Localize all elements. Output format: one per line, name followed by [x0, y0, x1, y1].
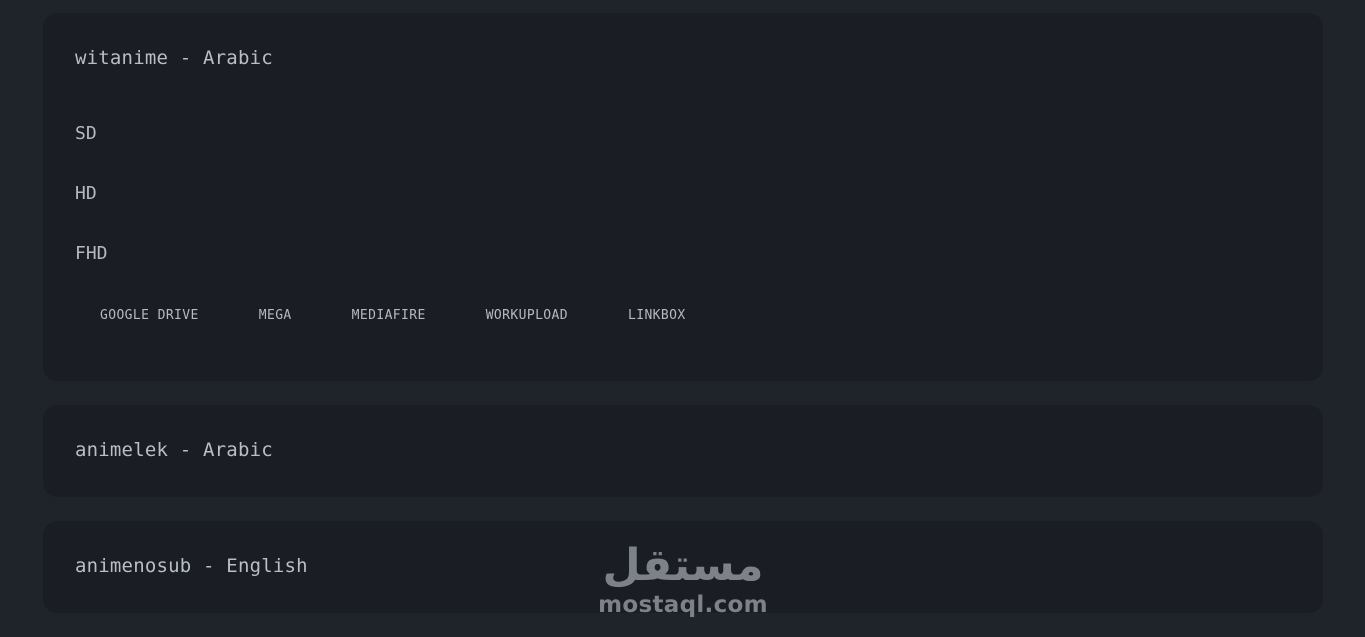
provider-title[interactable]: animenosub - English	[75, 555, 308, 577]
quality-option-fhd[interactable]: FHD	[75, 243, 108, 264]
host-link-mega[interactable]: MEGA	[259, 308, 292, 323]
host-link-linkbox[interactable]: LINKBOX	[628, 308, 686, 323]
watermark-arabic-text: مستقل	[602, 540, 764, 591]
quality-option-sd[interactable]: SD	[75, 123, 97, 144]
watermark-latin-text: mostaql.com	[598, 592, 768, 618]
quality-option-hd[interactable]: HD	[75, 183, 97, 204]
download-links-page: witanime - Arabic SD HD FHD GOOGLE DRIVE…	[0, 0, 1365, 637]
host-link-workupload[interactable]: WORKUPLOAD	[486, 308, 568, 323]
host-link-google-drive[interactable]: GOOGLE DRIVE	[100, 308, 199, 323]
mostaql-watermark-logo: مستقل mostaql.com	[598, 540, 768, 626]
provider-card-animelek[interactable]: animelek - Arabic	[43, 405, 1323, 497]
provider-card-witanime: witanime - Arabic SD HD FHD GOOGLE DRIVE…	[43, 13, 1323, 381]
host-list: GOOGLE DRIVE MEGA MEDIAFIRE WORKUPLOAD L…	[100, 308, 686, 323]
provider-title[interactable]: animelek - Arabic	[75, 439, 273, 461]
provider-title[interactable]: witanime - Arabic	[75, 47, 273, 69]
host-link-mediafire[interactable]: MEDIAFIRE	[352, 308, 426, 323]
